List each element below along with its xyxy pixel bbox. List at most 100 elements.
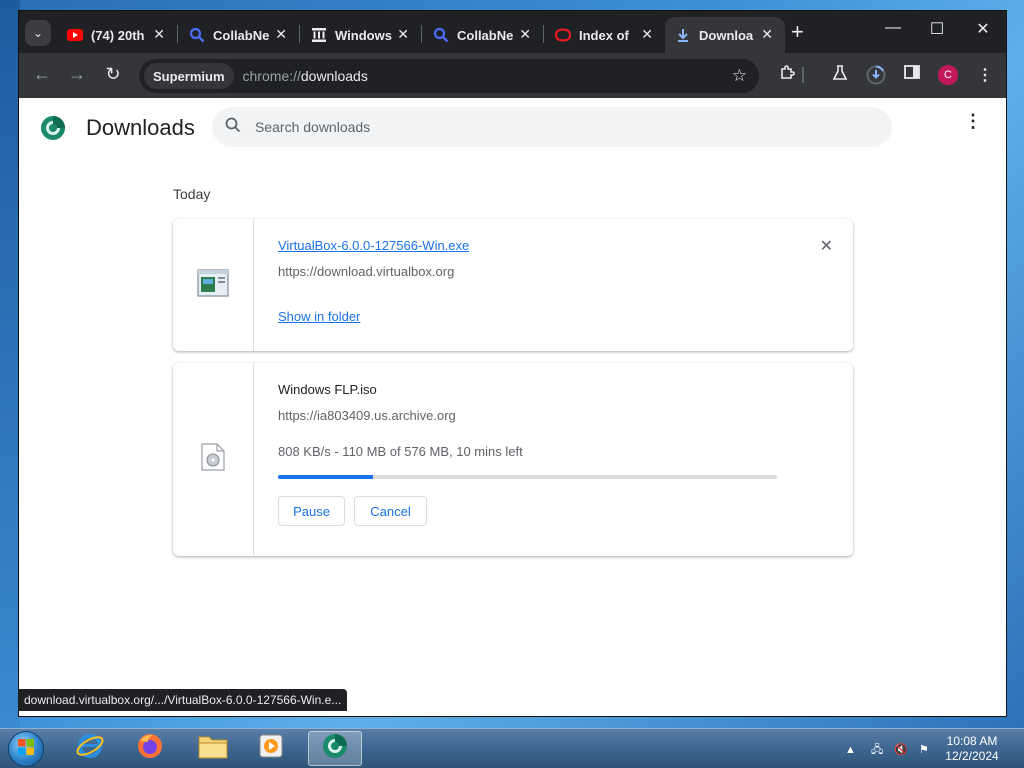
reload-button[interactable]: ↻ — [101, 64, 125, 85]
file-name: Windows FLP.iso — [278, 382, 377, 397]
kebab-menu-icon: ⋮ — [964, 111, 982, 131]
oracle-icon — [555, 27, 571, 43]
close-icon[interactable]: ✕ — [397, 26, 409, 43]
tab-title: Index of — [579, 27, 629, 43]
page-title: Downloads — [86, 115, 195, 140]
close-icon[interactable]: ✕ — [761, 26, 773, 43]
tab-separator — [543, 25, 544, 43]
download-progress-icon — [866, 65, 886, 89]
archive-icon — [311, 27, 327, 43]
source-url: https://download.virtualbox.org — [278, 264, 455, 279]
taskbar-internet-explorer[interactable] — [63, 731, 117, 766]
forward-button[interactable]: → — [65, 64, 89, 85]
page-menu-button[interactable]: ⋮ — [964, 112, 982, 130]
search-input[interactable] — [253, 118, 857, 136]
chevron-down-icon: ⌄ — [32, 26, 44, 40]
file-icon-column — [173, 219, 254, 351]
back-button[interactable]: ← — [30, 64, 54, 85]
puzzle-icon — [779, 65, 795, 85]
tab-title: Windows — [335, 27, 392, 43]
file-icon-column — [173, 363, 254, 556]
file-name-link[interactable]: VirtualBox-6.0.0-127566-Win.exe — [278, 238, 469, 253]
network-icon[interactable]: 🖧 — [871, 744, 883, 756]
pause-button[interactable]: Pause — [278, 496, 345, 526]
close-icon[interactable]: ✕ — [641, 26, 653, 43]
link-status-bar: download.virtualbox.org/.../VirtualBox-6… — [18, 689, 348, 711]
search-bar[interactable] — [212, 107, 892, 147]
start-button[interactable] — [8, 731, 44, 767]
maximize-icon: ☐ — [929, 21, 945, 38]
iso-file-icon — [201, 443, 225, 476]
url-scheme: chrome:// — [242, 68, 301, 84]
url-text[interactable]: chrome://downloads — [243, 68, 368, 84]
minimize-icon: — — [885, 19, 901, 36]
system-tray: ▲ 🖧 🔇 ⚑ — [845, 741, 929, 760]
maximize-button[interactable]: ☐ — [917, 19, 957, 39]
tab-index-of[interactable]: Index of ✕ — [545, 17, 665, 53]
tab-collabnet-1[interactable]: CollabNe ✕ — [179, 17, 299, 53]
url-path: downloads — [300, 68, 368, 84]
browser-menu-button[interactable]: ⋮ — [974, 65, 996, 85]
action-center-flag-icon[interactable]: ⚑ — [919, 744, 929, 756]
firefox-icon — [135, 731, 165, 766]
taskbar-file-explorer[interactable] — [186, 731, 240, 766]
browser-window: ⌄ (74) 20th ✕ CollabNe ✕ Windows ✕ Colla… — [18, 10, 1007, 717]
flask-icon — [832, 65, 848, 85]
clock-date: 12/2/2024 — [945, 749, 999, 763]
close-icon[interactable]: ✕ — [519, 26, 531, 43]
volume-muted-icon[interactable]: 🔇 — [894, 744, 908, 756]
date-section-label: Today — [173, 186, 211, 202]
tab-title: (74) 20th — [91, 27, 145, 43]
arrow-right-icon: → — [68, 64, 86, 84]
browser-chip[interactable]: Supermium — [144, 63, 234, 89]
internet-explorer-icon — [75, 731, 105, 766]
download-progress-bar — [278, 475, 777, 479]
tab-windows[interactable]: Windows ✕ — [301, 17, 421, 53]
media-player-icon — [257, 732, 285, 765]
extensions-button[interactable] — [776, 65, 798, 86]
remove-download-button[interactable]: ✕ — [820, 236, 833, 256]
tab-title: CollabNe — [457, 27, 514, 43]
tab-title: CollabNe — [213, 27, 270, 43]
address-bar[interactable]: Supermium chrome://downloads ☆ — [139, 59, 759, 93]
close-icon[interactable]: ✕ — [153, 26, 165, 43]
taskbar-media-player[interactable] — [244, 731, 298, 766]
tab-downloads[interactable]: Downloa ✕ — [665, 17, 785, 53]
plus-icon: + — [791, 19, 804, 44]
download-item: VirtualBox-6.0.0-127566-Win.exe https://… — [173, 219, 853, 351]
downloads-page: Downloads ⋮ Today VirtualBox-6.0.0-12756… — [19, 98, 1006, 716]
taskbar-firefox[interactable] — [123, 731, 177, 766]
side-panel-icon — [904, 65, 920, 83]
youtube-icon — [67, 27, 83, 43]
show-in-folder-link[interactable]: Show in folder — [278, 309, 360, 324]
close-icon[interactable]: ✕ — [275, 26, 287, 43]
supermium-logo-icon — [39, 114, 67, 147]
supermium-icon — [321, 732, 349, 765]
reload-icon: ↻ — [105, 64, 121, 84]
tab-separator — [299, 25, 300, 43]
desktop-background — [0, 0, 20, 728]
tab-title: Downloa — [699, 27, 754, 43]
downloads-toolbar-button[interactable] — [865, 65, 887, 90]
bookmark-star-icon[interactable]: ☆ — [732, 66, 747, 86]
side-panel-button[interactable] — [901, 65, 923, 84]
labs-button[interactable] — [829, 65, 851, 86]
tab-search-button[interactable]: ⌄ — [25, 20, 51, 46]
taskbar: ▲ 🖧 🔇 ⚑ 10:08 AM 12/2/2024 — [0, 728, 1024, 768]
close-window-button[interactable]: ✕ — [963, 19, 1003, 39]
tab-collabnet-2[interactable]: CollabNe ✕ — [423, 17, 543, 53]
download-item: Windows FLP.iso https://ia803409.us.arch… — [173, 363, 853, 556]
kebab-menu-icon: ⋮ — [977, 67, 993, 84]
close-icon: ✕ — [976, 21, 990, 38]
search-icon — [189, 27, 205, 43]
search-icon — [433, 27, 449, 43]
new-tab-button[interactable]: + — [791, 21, 804, 43]
cancel-button[interactable]: Cancel — [354, 496, 427, 526]
profile-avatar[interactable]: C — [938, 65, 958, 85]
file-explorer-icon — [197, 732, 229, 765]
minimize-button[interactable]: — — [873, 19, 913, 37]
taskbar-supermium[interactable] — [308, 731, 362, 766]
tab-youtube[interactable]: (74) 20th ✕ — [57, 17, 177, 53]
system-clock[interactable]: 10:08 AM 12/2/2024 — [942, 734, 1002, 764]
show-hidden-icons-button[interactable]: ▲ — [845, 744, 856, 756]
